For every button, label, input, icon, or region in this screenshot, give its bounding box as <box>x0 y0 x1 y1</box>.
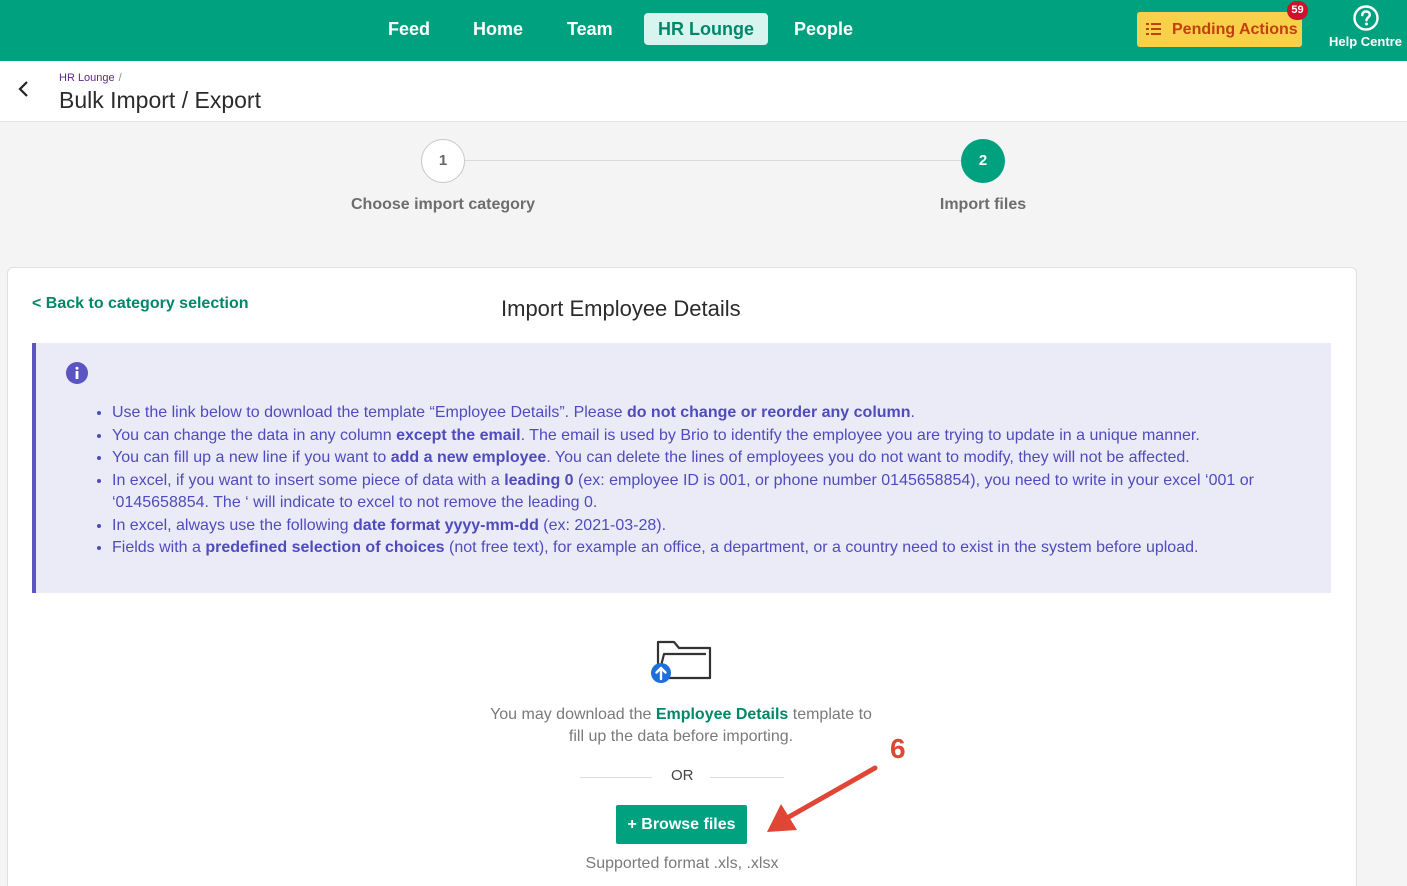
page-header: HR Lounge / Bulk Import / Export <box>0 61 1407 122</box>
back-to-category-link[interactable]: < Back to category selection <box>32 295 249 313</box>
pending-actions-label: Pending Actions <box>1172 21 1298 38</box>
info-list-item: In excel, always use the following date … <box>112 515 1312 538</box>
or-divider-left <box>580 777 652 778</box>
download-template-text: You may download the Employee Details te… <box>481 704 881 748</box>
info-list: Use the link below to download the templ… <box>112 402 1312 560</box>
step-2-label: Import files <box>939 196 1027 213</box>
info-emphasis: date format yyyy-mm-dd <box>353 516 539 534</box>
nav-tab-feed[interactable]: Feed <box>374 13 444 45</box>
breadcrumb-hr-lounge[interactable]: HR Lounge <box>59 72 115 84</box>
pending-count-badge: 59 <box>1287 1 1308 20</box>
page-title: Bulk Import / Export <box>59 87 261 113</box>
info-box: Use the link below to download the templ… <box>32 343 1331 593</box>
employee-details-template-link[interactable]: Employee Details <box>656 706 789 723</box>
nav-tab-hr-lounge[interactable]: HR Lounge <box>644 13 768 45</box>
info-icon <box>66 362 88 384</box>
help-centre-label: Help Centre <box>1329 34 1402 49</box>
info-emphasis: leading 0 <box>504 471 574 489</box>
info-emphasis: predefined selection of choices <box>205 539 445 556</box>
step-1-label: Choose import category <box>350 196 536 213</box>
info-emphasis: add a new employee <box>390 449 547 466</box>
info-text: Fields with a <box>112 539 206 556</box>
info-text: You can fill up a new line if you want t… <box>112 449 391 466</box>
browse-files-button[interactable]: + Browse files <box>616 805 747 844</box>
info-text: Use the link below to download the templ… <box>112 404 627 421</box>
info-list-item: Fields with a predefined selection of ch… <box>112 537 1312 560</box>
info-text: . The email is used by Brio to identify … <box>520 426 1200 444</box>
download-text-before: You may download the <box>490 706 656 723</box>
breadcrumb-separator: / <box>118 72 122 84</box>
info-text: (not free text), for example an office, … <box>444 539 1199 556</box>
info-emphasis: except the email <box>396 426 521 444</box>
info-text: (ex: 2021-03-28). <box>538 516 667 534</box>
folder-upload-icon <box>651 640 712 683</box>
info-text: . You can delete the lines of employees … <box>546 449 1190 466</box>
stepper-line <box>465 160 962 161</box>
help-centre-button[interactable]: Help Centre <box>1324 5 1407 55</box>
annotation-arrow-icon <box>767 765 878 832</box>
nav-tab-people[interactable]: People <box>780 13 867 45</box>
info-text: . <box>910 404 915 421</box>
step-2-circle: 2 <box>961 139 1005 183</box>
supported-format-text: Supported format .xls, .xlsx <box>585 855 779 872</box>
info-emphasis: do not change or reorder any column <box>626 404 911 421</box>
info-list-item: You can change the data in any column ex… <box>112 425 1312 448</box>
back-arrow-icon[interactable] <box>14 79 34 99</box>
step-1-circle: 1 <box>421 139 465 183</box>
list-icon <box>1146 23 1161 35</box>
card-title: Import Employee Details <box>501 296 741 321</box>
info-text: You can change the data in any column <box>112 426 397 444</box>
info-list-item: In excel, if you want to insert some pie… <box>112 470 1312 515</box>
info-text: In excel, if you want to insert some pie… <box>112 471 505 489</box>
annotation-number: 6 <box>890 733 906 764</box>
info-list-item: Use the link below to download the templ… <box>112 402 1312 425</box>
breadcrumb: HR Lounge / <box>59 72 122 84</box>
nav-tab-team[interactable]: Team <box>553 13 627 45</box>
info-text: In excel, always use the following <box>112 516 354 534</box>
info-list-item: You can fill up a new line if you want t… <box>112 447 1312 470</box>
help-circle-icon <box>1352 5 1379 31</box>
top-nav: Feed Home Team HR Lounge People Pending … <box>0 0 1407 61</box>
or-label: OR <box>671 767 694 784</box>
pending-actions-button[interactable]: Pending Actions <box>1137 12 1302 47</box>
nav-tab-home[interactable]: Home <box>459 13 537 45</box>
